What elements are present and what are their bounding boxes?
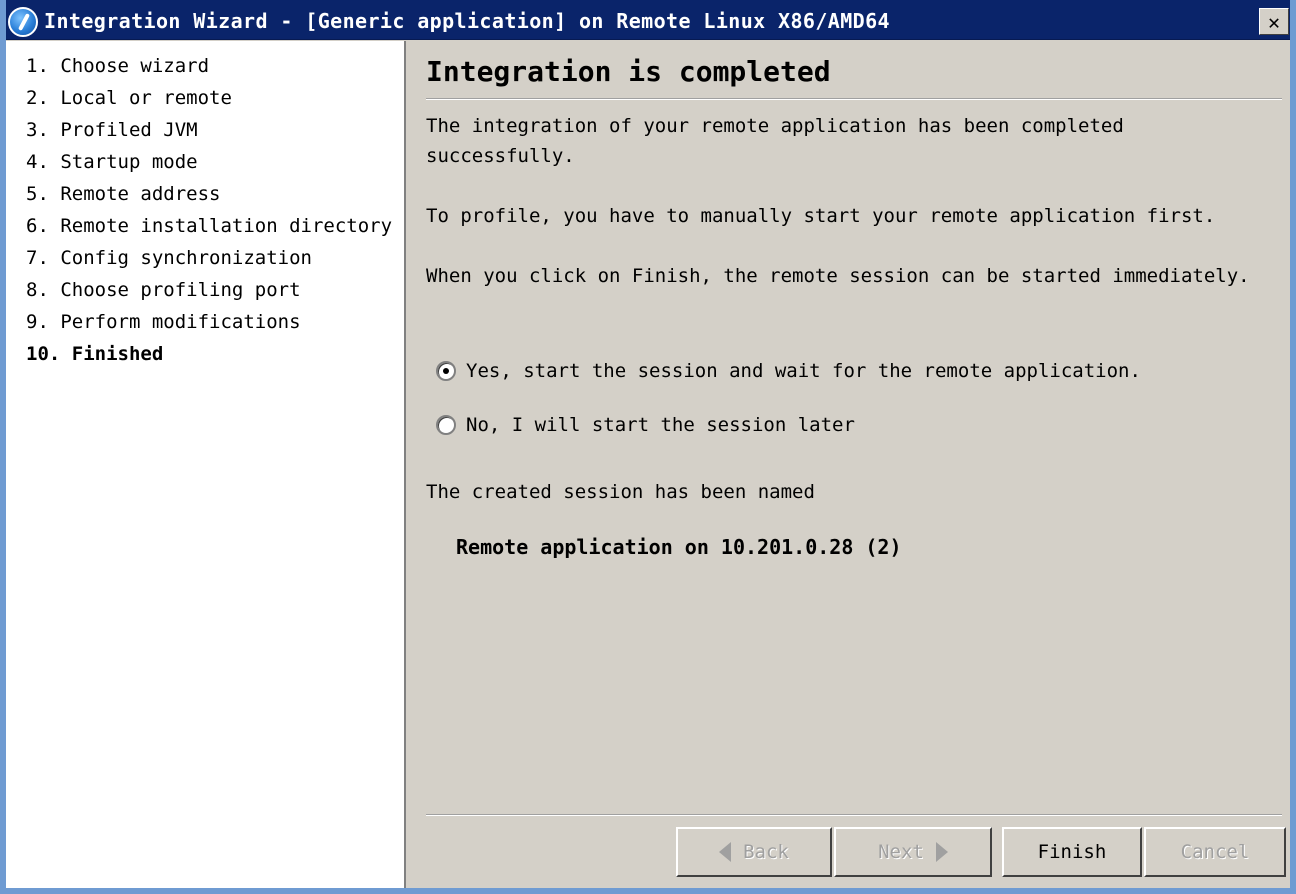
- steps-panel: 1. Choose wizard 2. Local or remote 3. P…: [6, 41, 406, 888]
- step-remote-address: 5. Remote address: [26, 183, 221, 205]
- cancel-button-label: Cancel: [1180, 841, 1250, 863]
- step-perform-modifications: 9. Perform modifications: [26, 311, 301, 333]
- step-choose-profiling-port: 8. Choose profiling port: [26, 279, 301, 301]
- step-startup-mode: 4. Startup mode: [26, 151, 198, 173]
- heading-divider: [426, 98, 1282, 100]
- step-choose-wizard: 1. Choose wizard: [26, 55, 210, 77]
- buttons-divider: [426, 814, 1282, 816]
- radio-start-later-label[interactable]: No, I will start the session later: [466, 414, 855, 436]
- finish-button-label: Finish: [1037, 841, 1107, 863]
- cancel-button[interactable]: Cancel: [1144, 827, 1286, 877]
- content-panel: Integration is completed The integration…: [408, 41, 1290, 888]
- radio-start-later[interactable]: No, I will start the session later: [436, 410, 855, 440]
- page-title: Integration is completed: [426, 55, 831, 88]
- next-button[interactable]: Next: [834, 827, 992, 877]
- session-named-label: The created session has been named: [426, 481, 815, 503]
- arrow-right-icon: [935, 842, 948, 862]
- manual-start-message: To profile, you have to manually start y…: [426, 205, 1216, 227]
- step-remote-installation-directory: 6. Remote installation directory: [26, 215, 393, 237]
- window-title: Integration Wizard - [Generic applicatio…: [44, 9, 890, 33]
- radio-start-now[interactable]: Yes, start the session and wait for the …: [436, 356, 1141, 386]
- radio-checked-icon[interactable]: [436, 361, 456, 381]
- session-name: Remote application on 10.201.0.28 (2): [456, 535, 902, 559]
- radio-unchecked-icon[interactable]: [436, 415, 456, 435]
- radio-start-now-label[interactable]: Yes, start the session and wait for the …: [466, 360, 1141, 382]
- finish-button[interactable]: Finish: [1002, 827, 1142, 877]
- step-local-or-remote: 2. Local or remote: [26, 87, 232, 109]
- next-button-label: Next: [878, 841, 924, 863]
- back-button-label: Back: [743, 841, 789, 863]
- completed-message: The integration of your remote applicati…: [426, 115, 1124, 167]
- arrow-left-icon: [719, 842, 732, 862]
- back-button[interactable]: Back: [676, 827, 832, 877]
- wizard-window: Integration Wizard - [Generic applicatio…: [0, 0, 1296, 894]
- app-logo-icon: [8, 7, 38, 37]
- step-config-synchronization: 7. Config synchronization: [26, 247, 312, 269]
- title-bar[interactable]: Integration Wizard - [Generic applicatio…: [6, 0, 1290, 40]
- finish-message: When you click on Finish, the remote ses…: [426, 265, 1250, 287]
- step-profiled-jvm: 3. Profiled JVM: [26, 119, 198, 141]
- close-icon: ✕: [1267, 9, 1281, 34]
- close-button[interactable]: ✕: [1259, 8, 1289, 35]
- step-finished: 10. Finished: [26, 343, 164, 365]
